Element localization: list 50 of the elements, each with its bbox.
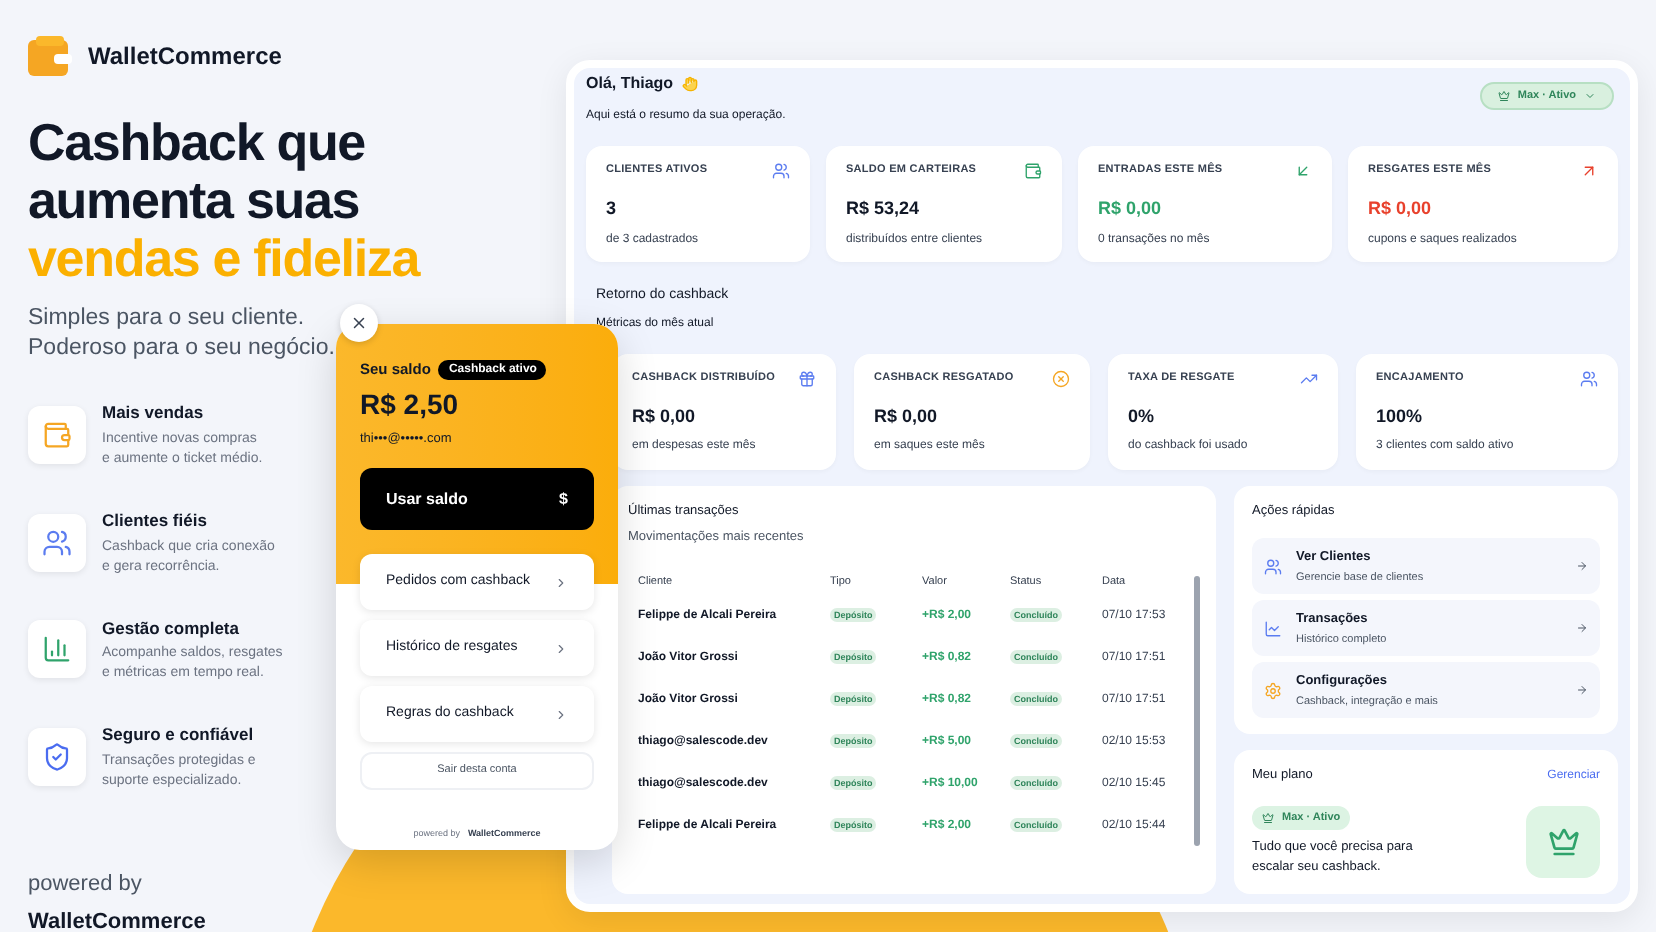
crown-icon (1497, 90, 1510, 103)
close-icon (350, 314, 368, 332)
waving-hand-icon (681, 76, 698, 92)
trend-up-icon (1300, 369, 1318, 387)
feature-title: Gestão completa (102, 615, 241, 641)
arrow-right-icon (1576, 560, 1588, 573)
arrow-down-left-icon (1294, 162, 1312, 180)
balance-amount: R$ 2,50 (360, 386, 461, 425)
chevron-right-icon (554, 575, 568, 589)
stat-value: 100% (1376, 403, 1425, 429)
chevron-right-icon (554, 707, 568, 721)
stat-value: 3 (606, 196, 619, 222)
arrow-right-icon (1576, 622, 1588, 635)
users-icon (42, 527, 72, 558)
wallet-icon (1024, 162, 1042, 180)
brand-name: WalletCommerce (88, 40, 282, 74)
arrow-up-right-icon (1580, 162, 1598, 180)
arrow-right-icon (1576, 684, 1588, 697)
feature-title: Seguro e confiável (102, 722, 256, 748)
close-button[interactable] (340, 304, 378, 342)
feature-title: Clientes fiéis (102, 507, 209, 533)
x-circle-icon (1052, 369, 1070, 387)
line-chart-icon (1264, 619, 1282, 638)
greeting: Olá, Thiago (586, 72, 674, 96)
crown-icon (1262, 812, 1274, 825)
wallet-icon (42, 419, 72, 450)
crown-icon (1547, 826, 1579, 859)
chevron-right-icon (554, 641, 568, 655)
users-icon (1580, 369, 1598, 387)
users-icon (772, 162, 790, 180)
feature-title: Mais vendas (102, 400, 206, 426)
gift-icon (798, 369, 816, 387)
gear-icon (1264, 681, 1282, 700)
use-balance-button[interactable]: Usar saldo $ (360, 468, 594, 530)
stat-value: R$ 53,24 (846, 196, 922, 222)
bar-chart-icon (42, 634, 72, 665)
stat-value: R$ 0,00 (1098, 196, 1164, 222)
powered-by-label: powered by (28, 870, 144, 900)
stat-value: 0% (1128, 403, 1157, 429)
hero-subtitle: Simples para o seu cliente. Poderoso para o seu negócio. (28, 304, 335, 364)
chevron-down-icon (1584, 90, 1596, 103)
hero-title: Cashback que aumenta suas vendas e fideliza (28, 114, 423, 288)
shield-icon (42, 742, 72, 773)
powered-by-brand: WalletCommerce (28, 907, 208, 932)
scrollbar[interactable] (1194, 576, 1200, 846)
users-icon (1264, 557, 1282, 576)
wallet-logo-icon (28, 36, 72, 76)
stat-value: R$ 0,00 (632, 403, 698, 429)
stat-value: R$ 0,00 (874, 403, 940, 429)
stat-value: R$ 0,00 (1368, 196, 1434, 222)
